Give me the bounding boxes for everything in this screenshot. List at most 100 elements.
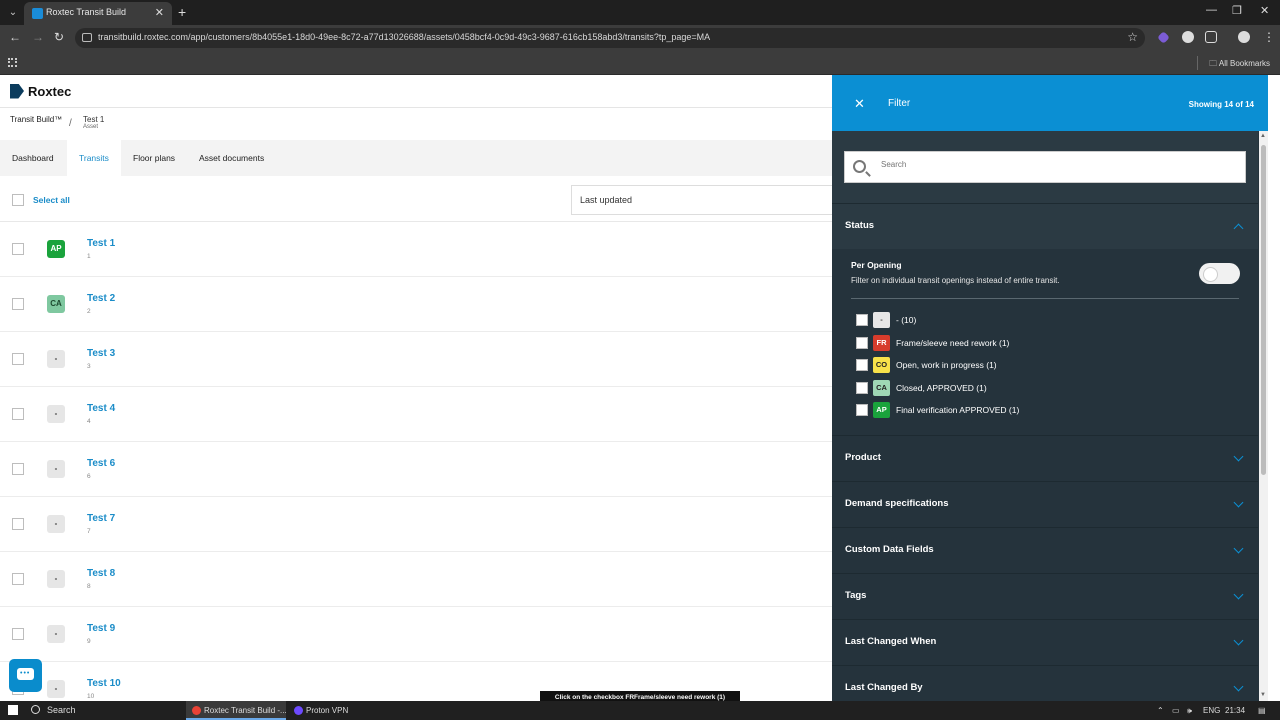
profile-icon[interactable] [1238,31,1250,43]
status-badge: - [47,515,65,533]
tab-dashboard[interactable]: Dashboard [0,140,66,176]
bookmark-star-icon[interactable]: ☆ [1127,30,1138,44]
filter-scrollbar-thumb[interactable] [1261,145,1266,475]
transit-row[interactable]: - Test 8 8 [0,552,832,607]
maximize-icon[interactable]: ❐ [1232,4,1242,17]
transit-row[interactable]: - Test 4 4 [0,387,832,442]
transit-row[interactable]: CA Test 2 2 [0,277,832,332]
status-option-label[interactable]: Closed, APPROVED (1) [896,383,987,393]
transit-number: 9 [87,638,91,645]
row-checkbox[interactable] [12,628,24,640]
search-icon[interactable] [31,705,40,714]
status-option[interactable]: CO Open, work in progress (1) [856,357,1236,373]
status-option[interactable]: FR Frame/sleeve need rework (1) [856,334,1236,351]
tray-chevron-icon[interactable]: ⌃ [1157,706,1164,715]
filter-section-header[interactable]: Custom Data Fields [832,527,1258,573]
notifications-icon[interactable]: ▤ [1258,706,1266,715]
extensions-puzzle-icon[interactable] [1205,31,1217,43]
transit-title[interactable]: Test 4 [87,403,115,414]
scroll-down-arrow-icon[interactable]: ▼ [1260,692,1266,698]
filter-search-box[interactable] [844,151,1246,183]
close-filter-icon[interactable]: ✕ [854,96,865,112]
windows-start-icon[interactable] [8,705,18,715]
minimize-icon[interactable]: — [1206,4,1217,16]
row-checkbox[interactable] [12,573,24,585]
tab-floor-plans[interactable]: Floor plans [121,140,187,176]
transit-row[interactable]: - Test 6 6 [0,442,832,497]
status-option[interactable]: -- (10) [856,312,1236,328]
transit-row[interactable]: - Test 7 7 [0,497,832,552]
back-icon[interactable]: ← [9,30,21,44]
select-all-checkbox[interactable] [12,194,24,206]
transit-title[interactable]: Test 1 [87,238,115,249]
row-checkbox[interactable] [12,408,24,420]
forward-icon[interactable]: → [32,30,44,44]
site-info-icon[interactable] [82,33,92,42]
transit-title[interactable]: Test 10 [87,678,121,689]
filter-section-header[interactable]: Product [832,435,1258,481]
transit-title[interactable]: Test 7 [87,513,115,524]
scroll-up-arrow-icon[interactable]: ▲ [1260,133,1266,139]
status-option-label[interactable]: Frame/sleeve need rework (1) [896,338,1009,348]
transit-title[interactable]: Test 6 [87,458,115,469]
new-tab-icon[interactable]: + [178,4,186,20]
sort-select[interactable]: Last updated [571,185,833,215]
transit-row[interactable]: - Test 9 9 [0,607,832,662]
taskbar-search[interactable]: Search [47,705,76,715]
logo-text: Roxtec [28,83,72,99]
status-option-checkbox[interactable] [856,381,868,394]
taskbar-app-protonvpn[interactable]: Proton VPN [288,701,358,720]
status-option-label[interactable]: Open, work in progress (1) [896,360,997,370]
apps-grid-icon[interactable] [8,58,17,67]
breadcrumb-root[interactable]: Transit Build™ [10,115,62,124]
window-close-icon[interactable]: ✕ [1260,4,1269,17]
network-icon[interactable]: ▭ [1172,706,1180,715]
status-option[interactable]: CA Closed, APPROVED (1) [856,379,1236,396]
filter-search-input[interactable] [881,160,1231,169]
tab-transits[interactable]: Transits [67,140,121,176]
status-option-checkbox[interactable] [856,404,868,416]
status-option-checkbox[interactable] [856,336,868,349]
chat-support-button[interactable]: ••• [9,659,42,692]
breadcrumb-current[interactable]: Test 1 [83,115,104,124]
status-option-label[interactable]: - (10) [896,315,916,325]
row-checkbox[interactable] [12,518,24,530]
language-indicator[interactable]: ENG [1203,706,1220,715]
filter-section-header[interactable]: Last Changed When [832,619,1258,665]
filter-section-header[interactable]: Tags [832,573,1258,619]
browser-tab[interactable]: Roxtec Transit Build ✕ [24,2,172,25]
taskbar-app-chrome[interactable]: Roxtec Transit Build -... [186,701,287,720]
tab-search-icon[interactable]: ⌄ [4,4,22,21]
row-checkbox[interactable] [12,243,24,255]
row-checkbox[interactable] [12,298,24,310]
status-option-checkbox[interactable] [856,314,868,326]
status-option[interactable]: AP Final verification APPROVED (1) [856,402,1236,418]
filter-section-header[interactable]: Last Changed By [832,665,1258,701]
transit-title[interactable]: Test 9 [87,623,115,634]
transit-row[interactable]: AP Test 1 1 [0,222,832,277]
all-bookmarks[interactable]: 🗀 All Bookmarks [1209,58,1270,72]
row-checkbox[interactable] [12,353,24,365]
row-checkbox[interactable] [12,463,24,475]
select-all-label[interactable]: Select all [33,195,70,205]
roxtec-logo[interactable]: Roxtec [10,83,71,99]
extension-icon[interactable] [1157,31,1170,44]
per-opening-toggle[interactable] [1199,263,1240,284]
transit-title[interactable]: Test 8 [87,568,115,579]
transit-row[interactable]: - Test 3 3 [0,332,832,387]
url-bar[interactable]: transitbuild.roxtec.com/app/customers/8b… [75,28,1145,48]
extension-icon[interactable] [1182,31,1194,43]
clock[interactable]: 21:34 [1225,706,1245,715]
page-scrollbar[interactable] [1268,75,1280,701]
status-option-checkbox[interactable] [856,359,868,371]
status-section-header[interactable]: Status [832,203,1258,249]
volume-icon[interactable]: 🕪 [1187,706,1192,716]
tab-close-icon[interactable]: ✕ [155,6,164,19]
transit-title[interactable]: Test 3 [87,348,115,359]
tab-asset-documents[interactable]: Asset documents [187,140,276,176]
reload-icon[interactable]: ↻ [54,30,64,44]
transit-title[interactable]: Test 2 [87,293,115,304]
filter-section-header[interactable]: Demand specifications [832,481,1258,527]
browser-menu-icon[interactable]: ⋮ [1263,30,1275,44]
status-option-label[interactable]: Final verification APPROVED (1) [896,405,1019,415]
